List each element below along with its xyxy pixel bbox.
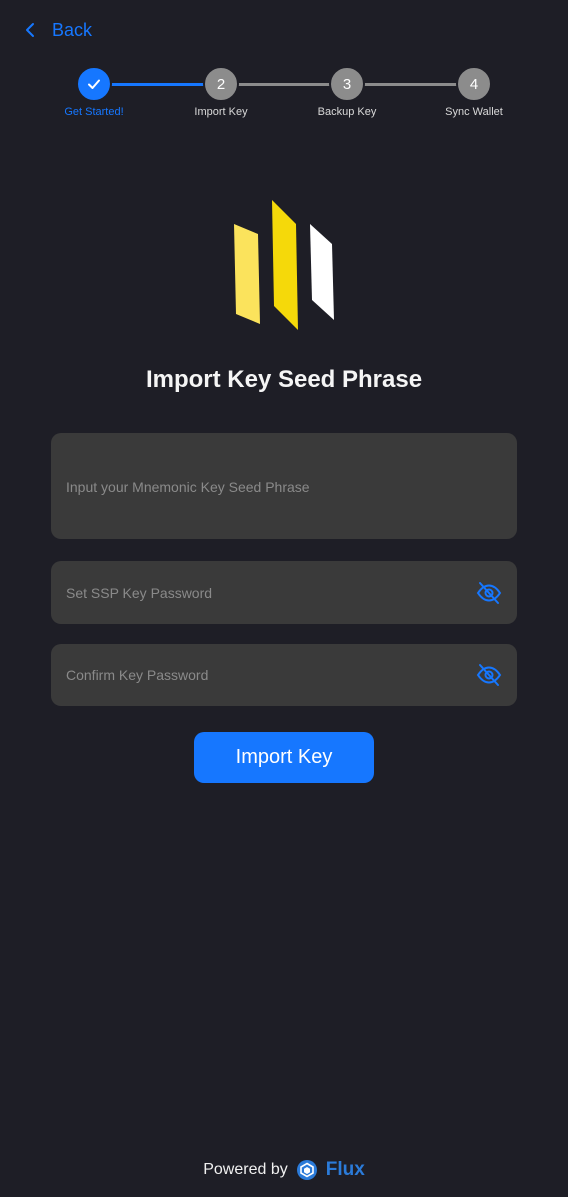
eye-invisible-icon[interactable] bbox=[475, 579, 503, 607]
step-backup-key: 3 Backup Key bbox=[297, 66, 397, 118]
seed-phrase-input[interactable] bbox=[51, 433, 517, 539]
step-number: 2 bbox=[203, 66, 239, 102]
back-button[interactable]: Back bbox=[22, 16, 92, 44]
password-field bbox=[51, 561, 517, 624]
chevron-left-icon bbox=[26, 23, 34, 37]
confirm-password-input[interactable] bbox=[51, 644, 517, 706]
step-label: Get Started! bbox=[64, 106, 124, 118]
back-label: Back bbox=[52, 19, 93, 40]
confirm-password-field bbox=[51, 644, 517, 706]
step-1-check-icon bbox=[76, 66, 112, 102]
seed-phrase-field bbox=[51, 433, 517, 539]
import-key-button[interactable]: Import Key bbox=[194, 732, 374, 783]
page-title: Import Key Seed Phrase bbox=[145, 366, 423, 393]
step-label: Backup Key bbox=[317, 106, 377, 118]
flux-logo-icon bbox=[296, 1160, 317, 1180]
step-label: Sync Wallet bbox=[445, 106, 503, 118]
ssp-wallet-logo-icon bbox=[234, 200, 334, 330]
powered-by-footer: Powered by Flux bbox=[0, 1156, 568, 1184]
powered-by-label: Powered by bbox=[203, 1161, 288, 1178]
progress-stepper: Get Started! 2 Import Key 3 Backup Key 4… bbox=[0, 66, 568, 126]
step-label: Import Key bbox=[194, 106, 248, 118]
eye-invisible-icon[interactable] bbox=[475, 661, 503, 689]
step-number: 4 bbox=[456, 66, 492, 102]
step-get-started: Get Started! bbox=[44, 66, 144, 118]
step-import-key: 2 Import Key bbox=[171, 66, 271, 118]
flux-brand-name: Flux bbox=[325, 1159, 365, 1180]
password-input[interactable] bbox=[51, 561, 517, 624]
step-sync-wallet: 4 Sync Wallet bbox=[424, 66, 524, 118]
step-number: 3 bbox=[329, 66, 365, 102]
